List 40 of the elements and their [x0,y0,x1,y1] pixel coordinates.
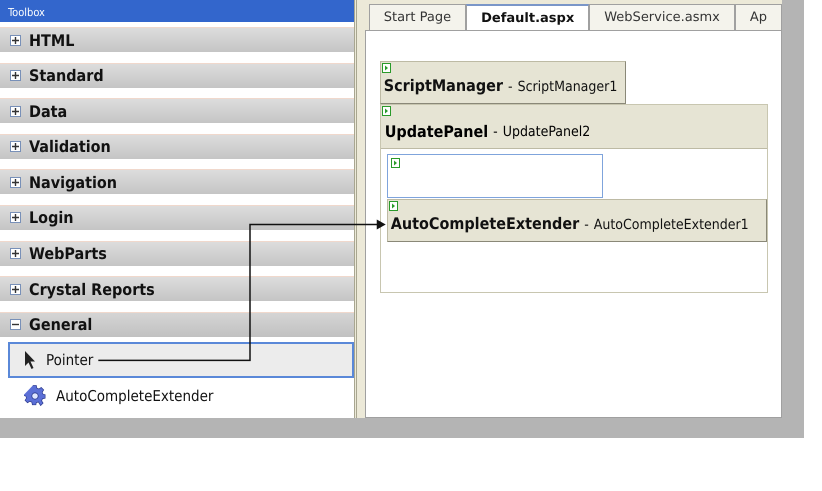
toolbox-category[interactable]: HTML [0,27,354,52]
separator-text: - [508,79,513,95]
expand-icon[interactable] [10,141,21,152]
toolbox-category[interactable]: WebParts [0,240,354,266]
smart-tag-icon[interactable] [382,106,391,116]
expand-icon[interactable] [10,34,21,46]
control-id: AutoCompleteExtender1 [594,217,749,233]
smart-tag-icon[interactable] [388,201,398,211]
toolbox-item[interactable]: AutoCompleteExtender [8,378,354,414]
toolbox-category[interactable]: Standard [0,62,354,88]
expand-icon[interactable] [10,106,21,117]
control-id: UpdatePanel2 [502,124,590,140]
expand-icon[interactable] [10,284,21,295]
document-tab[interactable]: Ap [734,4,782,30]
separator-text: - [493,124,498,140]
toolbox-category[interactable]: Login [0,204,354,230]
expand-icon[interactable] [10,248,21,260]
control-type: ScriptManager [384,76,504,95]
document-tab[interactable]: WebService.asmx [589,4,735,30]
collapse-icon[interactable] [10,319,21,330]
toolbox-category[interactable]: Navigation [0,169,354,194]
toolbox-category[interactable]: General [0,312,354,337]
expand-icon[interactable] [10,70,21,82]
smart-tag-icon[interactable] [390,158,400,168]
panel-title: Toolbox [0,0,354,22]
pointer-icon [24,350,36,370]
document-tab[interactable]: Start Page [368,4,466,30]
toolbox-category[interactable]: Validation [0,134,354,159]
expand-icon[interactable] [10,176,21,188]
expand-icon[interactable] [10,212,21,224]
control-type: UpdatePanel [384,122,488,141]
document-tab[interactable]: Default.aspx [466,4,590,30]
toolbox-category[interactable]: Crystal Reports [0,276,354,302]
toolbox-item[interactable]: Pointer [8,342,354,378]
toolbox-category[interactable]: Data [0,98,354,124]
control-id: ScriptManager1 [518,79,618,95]
gear-icon [24,385,46,408]
control-type: AutoCompleteExtender [390,214,580,233]
smart-tag-icon[interactable] [382,63,391,73]
separator-text: - [584,217,589,233]
